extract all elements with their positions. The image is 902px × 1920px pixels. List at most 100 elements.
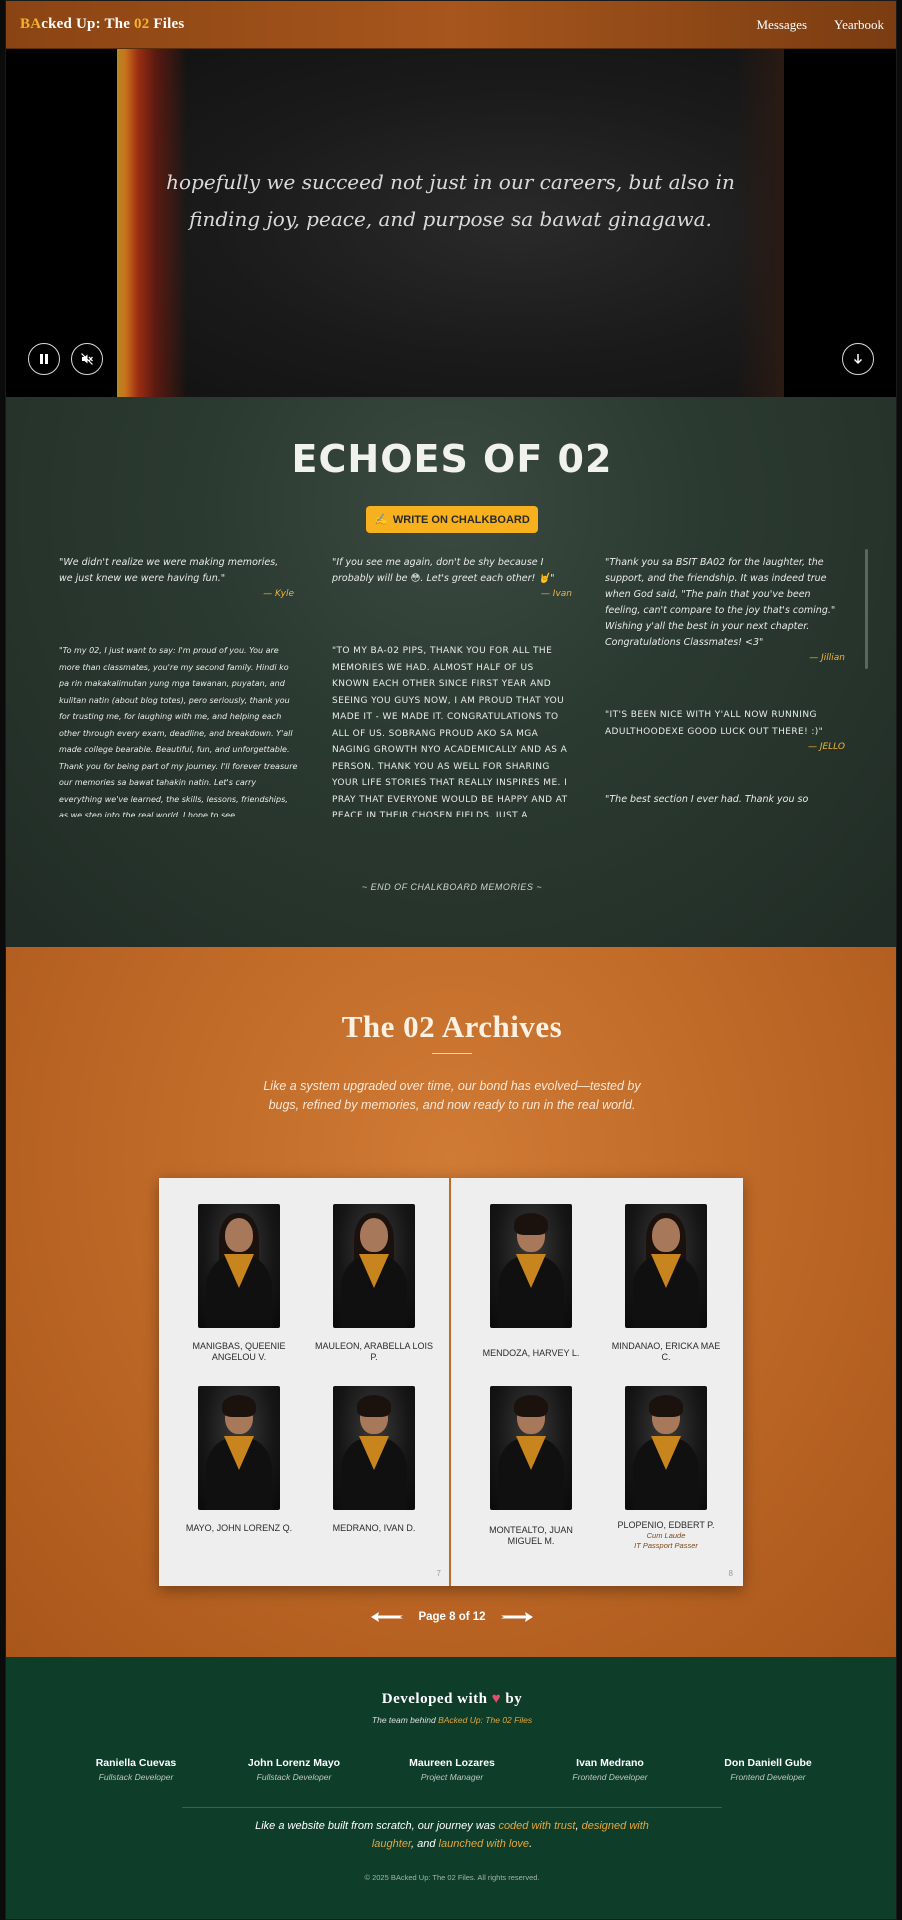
footer-subtitle: The team behind BAcked Up: The 02 Files: [6, 1715, 896, 1725]
closing-phrase-love: launched with love: [438, 1838, 530, 1850]
chalk-note: "To my 02, I just want to say: I'm proud…: [59, 643, 299, 817]
student-name: MEDRANO, IVAN D.: [332, 1523, 416, 1533]
student-card[interactable]: PLOPENIO, EDBERT P. Cum Laude IT Passpor…: [606, 1386, 726, 1551]
chalk-note: "If you see me again, don't be shy becau…: [332, 555, 572, 599]
copyright: © 2025 BAcked Up: The 02 Files. All righ…: [364, 1873, 540, 1882]
page-indicator: Page 8 of 12: [418, 1611, 486, 1623]
note-author: — Jillian: [809, 653, 845, 663]
footer-title: Developed with ♥ by: [6, 1691, 896, 1708]
student-photo: [333, 1386, 415, 1510]
nav-link-yearbook[interactable]: Yearbook: [834, 17, 884, 33]
chalk-note: "Thank you sa BSIT BA02 for the laughter…: [605, 555, 845, 663]
student-card[interactable]: MENDOZA, HARVEY L.: [471, 1204, 591, 1359]
team-member: Don Daniell Gube Frontend Developer: [698, 1757, 838, 1782]
page-number: 7: [436, 1569, 441, 1578]
page-frame: BAcked Up: The 02 Files Messages Yearboo…: [5, 0, 897, 1920]
chalkboard-section: ECHOES OF 02 ✍ WRITE ON CHALKBOARD "We d…: [6, 397, 896, 947]
closing-phrase-trust: coded with trust: [498, 1820, 576, 1832]
member-role: Frontend Developer: [572, 1772, 648, 1782]
hero-section: hopefully we succeed not just in our car…: [6, 49, 896, 397]
brand-number: 02: [134, 16, 150, 32]
chalkboard-title: ECHOES OF 02: [291, 437, 613, 481]
student-honor: Cum Laude: [646, 1531, 686, 1540]
student-card[interactable]: MONTEALTO, JUAN MIGUEL M.: [471, 1386, 591, 1547]
prev-page-arrow-icon[interactable]: [370, 1611, 404, 1623]
brand-prefix: BA: [20, 16, 42, 32]
note-author: — JELLO: [807, 742, 845, 752]
student-name: MANIGBAS, QUEENIE ANGELOU V.: [192, 1341, 286, 1362]
next-page-arrow-icon[interactable]: [500, 1611, 534, 1623]
team-member: Ivan Medrano Frontend Developer: [540, 1757, 680, 1782]
top-navbar: BAcked Up: The 02 Files Messages Yearboo…: [6, 1, 896, 49]
write-on-chalkboard-button[interactable]: ✍ WRITE ON CHALKBOARD: [366, 506, 538, 533]
note-author: — Kyle: [263, 589, 294, 599]
student-name: MONTEALTO, JUAN MIGUEL M.: [489, 1525, 573, 1546]
chalk-note: "To my BA-02 pips, thank you for all the…: [332, 643, 572, 817]
note-text: "If you see me again, don't be shy becau…: [332, 557, 555, 584]
scroll-down-button[interactable]: [842, 343, 874, 375]
footer-closing: Like a website built from scratch, our j…: [242, 1817, 662, 1853]
student-card[interactable]: MINDANAO, ERICKA MAE C.: [606, 1204, 726, 1363]
archives-title: The 02 Archives: [341, 1009, 563, 1044]
student-photo: [490, 1204, 572, 1328]
yearbook-right-page: MENDOZA, HARVEY L. MINDANAO, ERICKA MAE …: [451, 1178, 743, 1586]
closing-pre: Like a website built from scratch, our j…: [255, 1820, 499, 1832]
student-card[interactable]: MAYO, JOHN LORENZ Q.: [179, 1386, 299, 1534]
note-author: — Ivan: [540, 589, 572, 599]
pause-button[interactable]: [28, 343, 60, 375]
brand-logo[interactable]: BAcked Up: The 02 Files: [20, 16, 184, 33]
note-text: "The best section I ever had. Thank you …: [605, 794, 809, 805]
yearbook: MANIGBAS, QUEENIE ANGELOU V. MAULEON, AR…: [159, 1178, 743, 1586]
student-card[interactable]: MEDRANO, IVAN D.: [314, 1386, 434, 1534]
yearbook-left-page: MANIGBAS, QUEENIE ANGELOU V. MAULEON, AR…: [159, 1178, 451, 1586]
title-divider: [432, 1053, 472, 1054]
member-name: Raniella Cuevas: [95, 1757, 177, 1769]
pause-icon: [40, 354, 48, 364]
mute-button[interactable]: [71, 343, 103, 375]
brand-suffix: Files: [149, 16, 185, 32]
student-photo: [490, 1386, 572, 1510]
closing-end: .: [529, 1838, 533, 1850]
writing-hand-icon: ✍: [374, 514, 388, 526]
yearbook-pager: Page 8 of 12: [6, 1611, 896, 1623]
chalkboard-end-text: ~ END OF CHALKBOARD MEMORIES ~: [361, 882, 543, 892]
team-list: Raniella Cuevas Fullstack Developer John…: [66, 1757, 838, 1782]
chalkboard-notes[interactable]: "We didn't realize we were making memori…: [6, 552, 896, 817]
student-photo: [625, 1386, 707, 1510]
member-role: Project Manager: [420, 1772, 484, 1782]
footer-sub-brand: BAcked Up: The 02 Files: [438, 1715, 533, 1725]
student-name: MENDOZA, HARVEY L.: [482, 1348, 580, 1358]
note-text: "To my 02, I just want to say: I'm proud…: [59, 646, 298, 817]
note-text: "It's been nice with y'all now running a…: [605, 710, 824, 737]
student-photo: [625, 1204, 707, 1328]
write-button-label: WRITE ON CHALKBOARD: [392, 513, 530, 526]
member-name: Ivan Medrano: [576, 1757, 644, 1769]
notes-scrollbar[interactable]: [865, 549, 868, 669]
member-role: Fullstack Developer: [98, 1772, 174, 1782]
archives-section: The 02 Archives Like a system upgraded o…: [6, 947, 896, 1657]
team-member: John Lorenz Mayo Fullstack Developer: [224, 1757, 364, 1782]
student-award: IT Passport Passer: [634, 1541, 698, 1550]
student-card[interactable]: MANIGBAS, QUEENIE ANGELOU V.: [179, 1204, 299, 1363]
arrow-down-icon: [853, 354, 863, 365]
note-text: "Thank you sa BSIT BA02 for the laughter…: [605, 557, 836, 648]
footer-title-pre: Developed with: [381, 1691, 488, 1707]
student-card[interactable]: MAULEON, ARABELLA LOIS P.: [314, 1204, 434, 1363]
member-role: Frontend Developer: [730, 1772, 806, 1782]
student-name: MAYO, JOHN LORENZ Q.: [185, 1523, 293, 1533]
student-photo: [333, 1204, 415, 1328]
student-photo: [198, 1204, 280, 1328]
nav-link-messages[interactable]: Messages: [756, 17, 807, 33]
student-name: PLOPENIO, EDBERT P.: [617, 1520, 715, 1530]
student-photo: [198, 1386, 280, 1510]
brand-middle: cked Up: The: [41, 16, 135, 32]
member-name: John Lorenz Mayo: [247, 1757, 341, 1769]
footer-divider: [182, 1807, 722, 1808]
hero-quote: hopefully we succeed not just in our car…: [166, 170, 735, 231]
chalk-note: "The best section I ever had. Thank you …: [605, 792, 845, 808]
student-name: MINDANAO, ERICKA MAE C.: [611, 1341, 721, 1362]
student-name: MAULEON, ARABELLA LOIS P.: [314, 1341, 434, 1362]
page-number: 8: [728, 1569, 733, 1578]
hero-video: hopefully we succeed not just in our car…: [117, 49, 784, 397]
team-member: Maureen Lozares Project Manager: [382, 1757, 522, 1782]
